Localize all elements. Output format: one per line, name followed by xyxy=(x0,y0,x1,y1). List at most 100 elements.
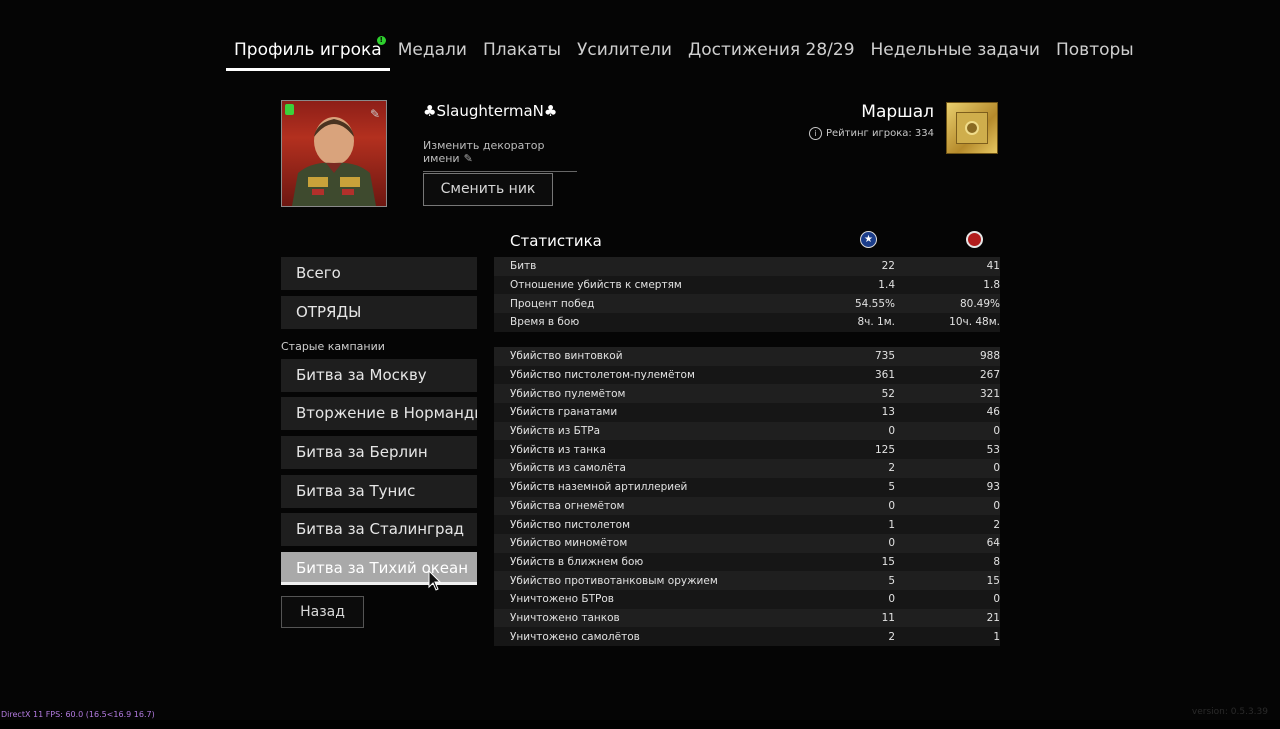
stat-row: Уничтожено БТРов 0 0 xyxy=(494,589,1000,609)
stat-row: Время в бою 8ч. 1м. 10ч. 48м. xyxy=(494,313,1000,332)
stat-label: Уничтожено самолётов xyxy=(510,630,640,643)
summary-stats-table: Битв 22 41 Отношение убийств к смертям 1.4 1.… xyxy=(494,257,1000,332)
tab-label: Медали xyxy=(397,40,467,60)
stat-row: Убийств наземной артиллерией 5 93 xyxy=(494,477,1000,497)
stat-row: Убийство пистолетом-пулемётом 361 267 xyxy=(494,365,1000,385)
stat-value-axis: 988 xyxy=(979,350,1000,363)
player-rating: i Рейтинг игрока: 334 xyxy=(809,127,934,140)
stat-label: Убийств из самолёта xyxy=(510,462,626,475)
stat-label: Убийств наземной артиллерией xyxy=(510,481,688,494)
decorator-label: Изменить декоратор имени xyxy=(423,139,545,165)
stat-label: Битв xyxy=(510,260,537,273)
stat-label: Убийств из танка xyxy=(510,443,606,456)
new-badge xyxy=(285,104,294,115)
stat-label: Убийство противотанковым оружием xyxy=(510,574,718,587)
red-circle-icon xyxy=(966,231,983,248)
pencil-icon: ✎ xyxy=(463,152,473,165)
detailed-stats-table: Убийство винтовкой 735 988 Убийство пистоле… xyxy=(494,347,1000,646)
stat-row: Процент побед 54.55% 80.49% xyxy=(494,294,1000,314)
version-label: version: 0.5.3.39 xyxy=(1191,707,1268,717)
edit-pencil-icon[interactable]: ✎ xyxy=(370,107,380,121)
tab-label: Профиль игрока xyxy=(234,40,382,60)
change-nick-button[interactable]: Сменить ник xyxy=(423,173,553,206)
stat-label: Время в бою xyxy=(510,316,580,329)
stat-value-allies: 0 xyxy=(888,425,895,438)
tab-replays[interactable]: Повторы xyxy=(1048,38,1142,68)
stat-value-allies: 1.4 xyxy=(878,279,895,292)
tab-posters[interactable]: Плакаты xyxy=(475,38,569,68)
stat-row: Уничтожено самолётов 2 1 xyxy=(494,627,1000,646)
stat-row: Убийств из БТРа 0 0 xyxy=(494,421,1000,441)
stat-value-allies: 5 xyxy=(888,481,895,494)
stat-value-allies: 735 xyxy=(874,350,895,363)
stat-value-axis: 321 xyxy=(979,387,1000,400)
stat-value-axis: 46 xyxy=(986,406,1000,419)
menu-campaign-stalingrad[interactable]: Битва за Сталинград xyxy=(281,513,477,546)
stat-row: Убийства огнемётом 0 0 xyxy=(494,496,1000,516)
stat-label: Убийство пистолетом-пулемётом xyxy=(510,369,695,382)
stat-row: Убийство миномётом 0 64 xyxy=(494,533,1000,553)
menu-campaign-pacific[interactable]: Битва за Тихий океан xyxy=(281,552,477,585)
stat-label: Убийств из БТРа xyxy=(510,425,601,438)
stat-value-axis: 0 xyxy=(993,593,1000,606)
stat-label: Убийство пулемётом xyxy=(510,387,626,400)
info-icon[interactable]: i xyxy=(809,127,822,140)
back-button[interactable]: Назад xyxy=(281,596,364,628)
tab-label: Плакаты xyxy=(482,40,562,60)
notification-badge: ! xyxy=(376,36,386,45)
stat-row: Убийство противотанковым оружием 5 15 xyxy=(494,571,1000,590)
tab-weekly-tasks[interactable]: Недельные задачи xyxy=(863,38,1048,68)
stats-title: Статистика xyxy=(510,232,602,250)
stat-value-allies: 1 xyxy=(888,518,895,531)
rank-name: Маршал xyxy=(861,102,934,122)
menu-total[interactable]: Всего xyxy=(281,257,477,290)
tab-label: Недельные задачи xyxy=(870,40,1040,60)
stat-row: Убийство винтовкой 735 988 xyxy=(494,347,1000,366)
menu-squads[interactable]: ОТРЯДЫ xyxy=(281,296,477,329)
stat-label: Убийство пистолетом xyxy=(510,518,630,531)
stat-value-axis: 0 xyxy=(993,462,1000,475)
menu-campaign-tunisia[interactable]: Битва за Тунис xyxy=(281,475,477,508)
stat-value-allies: 361 xyxy=(874,369,895,382)
menu-campaign-moscow[interactable]: Битва за Москву xyxy=(281,359,477,392)
stat-label: Отношение убийств к смертям xyxy=(510,279,682,292)
menu-campaign-berlin[interactable]: Битва за Берлин xyxy=(281,436,477,469)
stat-label: Уничтожено танков xyxy=(510,611,620,624)
rank-emblem-core xyxy=(965,121,979,135)
player-avatar[interactable]: ✎ xyxy=(281,100,387,207)
stat-value-axis: 21 xyxy=(986,611,1000,624)
stat-value-allies: 15 xyxy=(881,555,895,568)
stat-value-axis: 41 xyxy=(986,260,1000,273)
stat-value-allies: 2 xyxy=(888,630,895,643)
player-nickname: ♣SlaughtermaN♣ xyxy=(423,102,558,120)
stat-value-allies: 0 xyxy=(888,499,895,512)
stat-value-axis: 1 xyxy=(993,630,1000,643)
tab-label: Повторы xyxy=(1055,40,1134,60)
tab-medals[interactable]: Медали xyxy=(390,38,475,68)
stat-label: Процент побед xyxy=(510,297,595,310)
bottom-bar xyxy=(0,720,1280,729)
stat-row: Битв 22 41 xyxy=(494,257,1000,276)
stat-value-allies: 11 xyxy=(881,611,895,624)
stat-value-axis: 8 xyxy=(993,555,1000,568)
stat-value-axis: 15 xyxy=(986,574,1000,587)
stat-value-allies: 8ч. 1м. xyxy=(857,316,896,329)
rating-text: Рейтинг игрока: 334 xyxy=(826,128,934,139)
stat-label: Убийств в ближнем бою xyxy=(510,555,644,568)
stat-label: Убийство винтовкой xyxy=(510,350,623,363)
stat-value-allies: 22 xyxy=(881,260,895,273)
stat-value-axis: 0 xyxy=(993,499,1000,512)
change-name-decorator-link[interactable]: Изменить декоратор имени ✎ xyxy=(423,139,577,172)
tab-player-profile[interactable]: Профиль игрока ! xyxy=(226,36,390,71)
stat-value-axis: 10ч. 48м. xyxy=(949,316,1000,329)
star-icon: ★ xyxy=(860,231,877,248)
tab-boosters[interactable]: Усилители xyxy=(569,38,680,68)
stat-row: Отношение убийств к смертям 1.4 1.8 xyxy=(494,275,1000,295)
stat-label: Уничтожено БТРов xyxy=(510,593,614,606)
tab-achievements[interactable]: Достижения 28/29 xyxy=(680,38,863,68)
mouse-cursor-icon xyxy=(428,570,442,591)
stat-value-allies: 52 xyxy=(881,387,895,400)
tab-label: Усилители xyxy=(577,40,672,60)
menu-campaign-normandy[interactable]: Вторжение в Нормандию xyxy=(281,397,477,430)
stat-row: Уничтожено танков 11 21 xyxy=(494,608,1000,628)
